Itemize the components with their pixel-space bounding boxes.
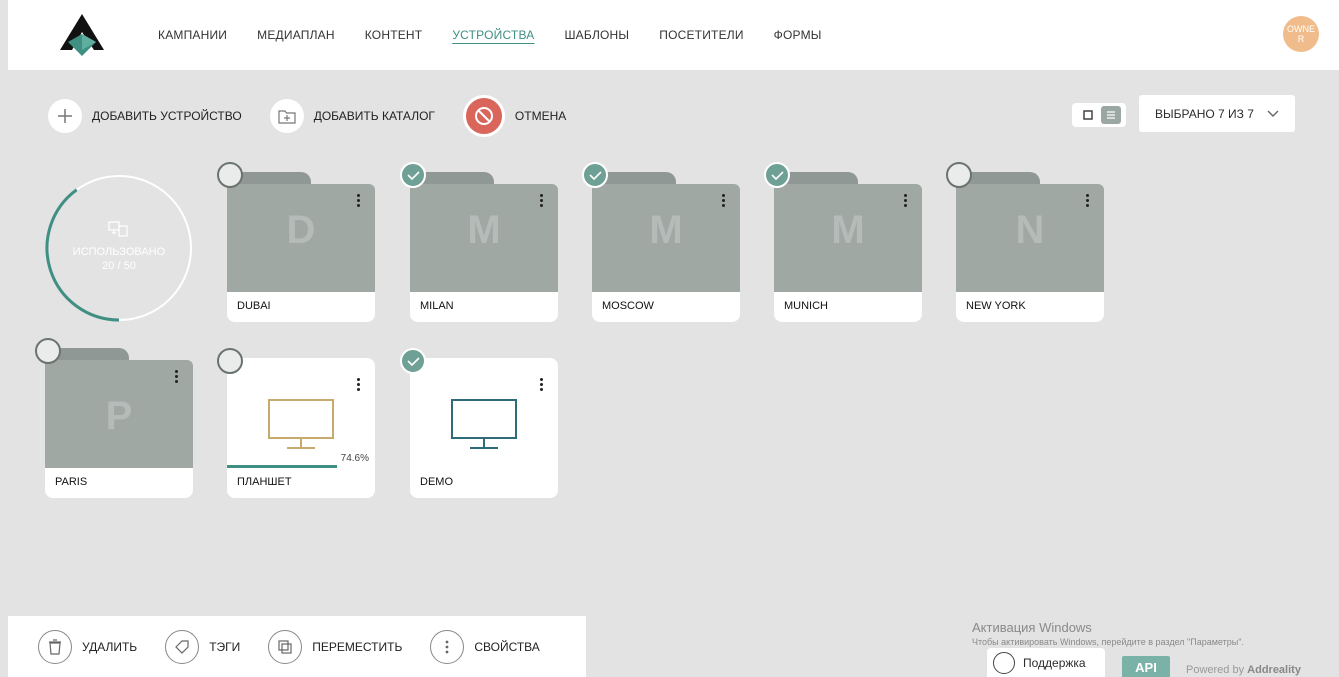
device-name: DEMO (410, 468, 558, 498)
nav-templates[interactable]: ШАБЛОНЫ (564, 28, 629, 42)
folder-name: NEW YORK (956, 292, 1104, 322)
usage-label: ИСПОЛЬЗОВАНО (72, 246, 166, 258)
device-name: ПЛАНШЕТ (227, 468, 375, 498)
move-button[interactable]: ПЕРЕМЕСТИТЬ (268, 629, 403, 664)
folder-name: PARIS (45, 468, 193, 498)
folder-card[interactable]: M MILAN (400, 162, 558, 322)
checkbox-icon[interactable] (946, 162, 972, 188)
cancel-button[interactable]: ОТМЕНА (462, 95, 567, 137)
selection-count: ВЫБРАНО 7 ИЗ 7 (1155, 106, 1254, 121)
folder-name: MOSCOW (592, 292, 740, 322)
folder-letter: D (286, 208, 316, 252)
folder-name: MILAN (410, 292, 558, 322)
more-icon[interactable] (1086, 194, 1090, 209)
win-activation-subtitle: Чтобы активировать Windows, перейдите в … (972, 637, 1244, 647)
add-catalog-label: ДОБАВИТЬ КАТАЛОГ (313, 109, 435, 123)
checkmark-icon[interactable] (400, 348, 426, 374)
more-icon[interactable] (540, 194, 544, 209)
action-toolbar: ДОБАВИТЬ УСТРОЙСТВО ДОБАВИТЬ КАТАЛОГ ОТМ… (48, 95, 594, 137)
more-icon[interactable] (904, 194, 908, 209)
tags-label: ТЭГИ (209, 639, 241, 654)
move-label: ПЕРЕМЕСТИТЬ (312, 639, 403, 654)
api-button[interactable]: API (1122, 656, 1170, 677)
tag-icon (165, 629, 200, 664)
properties-button[interactable]: СВОЙСТВА (430, 629, 540, 664)
nav-forms[interactable]: ФОРМЫ (774, 28, 822, 42)
add-device-label: ДОБАВИТЬ УСТРОЙСТВО (92, 109, 242, 123)
progress-value: 74.6% (340, 453, 369, 464)
folder-letter: M (467, 208, 501, 252)
device-card[interactable]: 74.6% ПЛАНШЕТ (217, 348, 375, 498)
trash-icon (38, 629, 72, 664)
cancel-icon (462, 95, 505, 137)
user-avatar[interactable]: OWNER (1283, 16, 1319, 52)
powered-prefix: Powered by (1186, 664, 1245, 676)
support-label: Поддержка (1023, 656, 1086, 670)
folder-plus-icon (269, 99, 304, 133)
folder-card[interactable]: M MUNICH (764, 162, 922, 322)
chevron-down-icon (1267, 110, 1279, 117)
folder-letter: N (1015, 208, 1045, 252)
main-nav: КАМПАНИИ МЕДИАПЛАН КОНТЕНТ УСТРОЙСТВА ША… (158, 0, 822, 70)
powered-by: Powered by Addreality (1186, 664, 1301, 676)
list-view-icon[interactable] (1100, 106, 1121, 124)
monitor-icon (451, 399, 517, 449)
plus-icon (48, 99, 82, 133)
win-activation-title: Активация Windows (972, 620, 1092, 635)
folder-card[interactable]: P PARIS (35, 338, 193, 498)
tags-button[interactable]: ТЭГИ (165, 629, 241, 664)
checkmark-icon[interactable] (764, 162, 790, 188)
folder-name: MUNICH (774, 292, 922, 322)
nav-visitors[interactable]: ПОСЕТИТЕЛИ (659, 28, 743, 42)
usage-value: 20 / 50 (102, 260, 136, 272)
folder-card[interactable]: N NEW YORK (946, 162, 1104, 322)
support-button[interactable]: Поддержка (987, 648, 1105, 677)
nav-campaigns[interactable]: КАМПАНИИ (158, 28, 227, 42)
nav-devices[interactable]: УСТРОЙСТВА (452, 28, 534, 42)
devices-icon (107, 220, 129, 243)
delete-label: УДАЛИТЬ (82, 639, 138, 654)
nav-content[interactable]: КОНТЕНТ (365, 28, 423, 42)
windows-activation-watermark: Активация Windows Чтобы активировать Win… (972, 620, 1244, 647)
checkmark-icon[interactable] (400, 162, 426, 188)
monitor-icon (268, 399, 334, 449)
more-icon[interactable] (540, 378, 544, 393)
delete-button[interactable]: УДАЛИТЬ (38, 629, 138, 664)
move-icon (268, 629, 303, 664)
more-icon[interactable] (357, 378, 361, 393)
more-icon[interactable] (175, 370, 179, 385)
more-icon[interactable] (357, 194, 361, 209)
more-icon[interactable] (722, 194, 726, 209)
device-card[interactable]: DEMO (400, 348, 558, 498)
checkbox-icon[interactable] (217, 348, 243, 374)
checkbox-icon[interactable] (35, 338, 61, 364)
more-vertical-icon (430, 629, 465, 664)
nav-mediaplan[interactable]: МЕДИАПЛАН (257, 28, 335, 42)
cancel-label: ОТМЕНА (514, 109, 567, 123)
folder-card[interactable]: M MOSCOW (582, 162, 740, 322)
bulk-actions-bar: УДАЛИТЬ ТЭГИ ПЕРЕМЕСТИТЬ СВОЙСТВА (8, 616, 586, 677)
folder-letter: M (649, 208, 683, 252)
usage-indicator: ИСПОЛЬЗОВАНО 20 / 50 (45, 162, 193, 324)
add-device-button[interactable]: ДОБАВИТЬ УСТРОЙСТВО (48, 99, 242, 133)
folder-letter: P (105, 394, 133, 438)
view-toggle (1072, 103, 1126, 127)
add-catalog-button[interactable]: ДОБАВИТЬ КАТАЛОГ (269, 99, 435, 133)
properties-label: СВОЙСТВА (474, 639, 540, 654)
selection-dropdown[interactable]: ВЫБРАНО 7 ИЗ 7 (1139, 95, 1295, 132)
checkmark-icon[interactable] (582, 162, 608, 188)
folder-letter: M (831, 208, 865, 252)
grid-view-icon[interactable] (1077, 106, 1098, 124)
top-navigation: КАМПАНИИ МЕДИАПЛАН КОНТЕНТ УСТРОЙСТВА ША… (8, 0, 1339, 70)
checkbox-icon[interactable] (217, 162, 243, 188)
folder-card[interactable]: D DUBAI (217, 162, 375, 322)
chat-icon (993, 652, 1015, 674)
folder-name: DUBAI (227, 292, 375, 322)
app-logo[interactable] (54, 12, 110, 58)
powered-brand: Addreality (1247, 664, 1301, 676)
